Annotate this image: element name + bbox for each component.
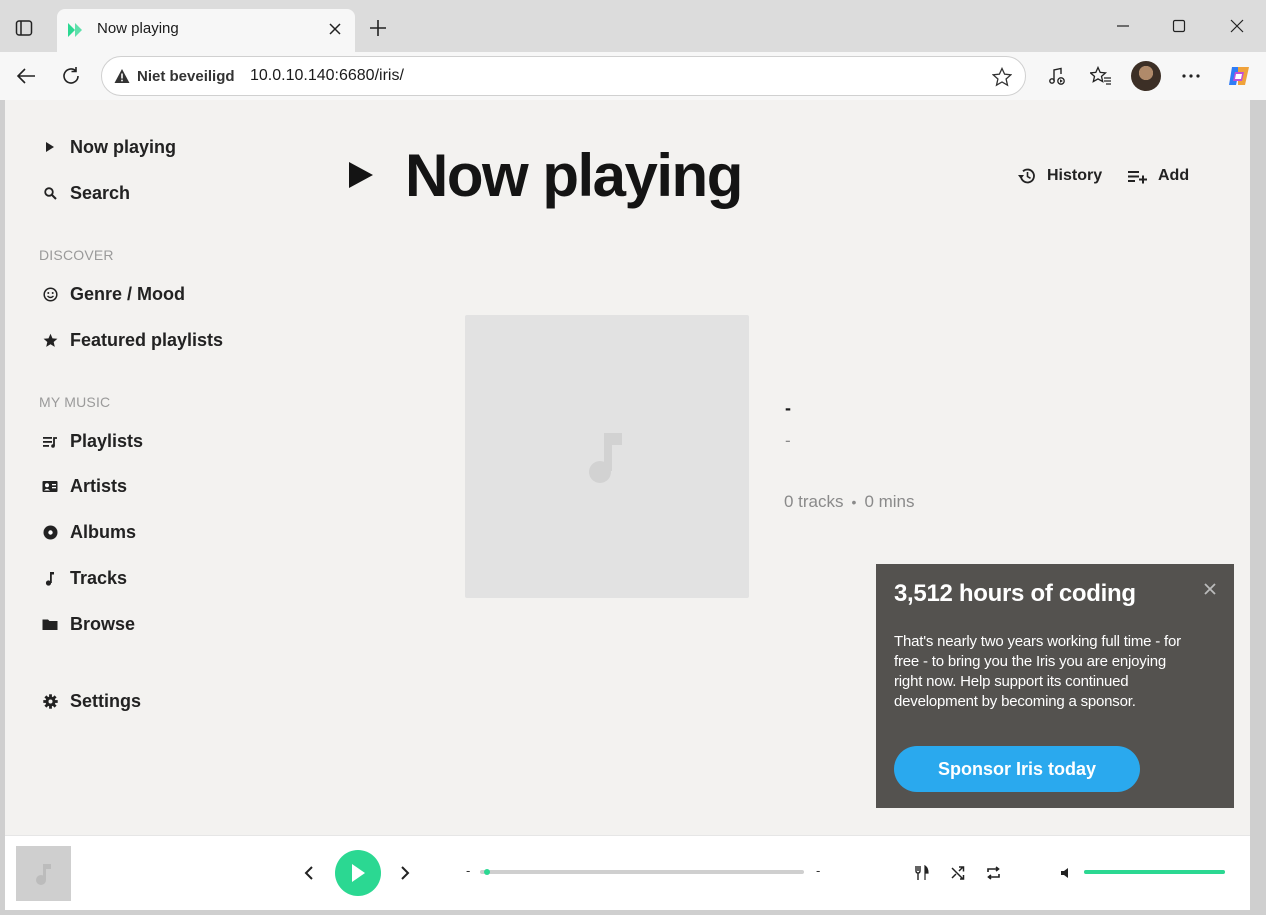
music-note-icon [42, 570, 58, 586]
sidebar-item-tracks[interactable]: Tracks [42, 566, 127, 590]
track-title[interactable]: - [785, 398, 791, 419]
playlist-icon [42, 433, 58, 449]
play-icon [349, 162, 373, 188]
iris-favicon-icon [68, 23, 82, 37]
sidebar-item-settings[interactable]: Settings [42, 689, 141, 713]
close-icon[interactable] [1202, 581, 1218, 597]
sidebar-item-label: Featured playlists [70, 329, 224, 350]
sidebar-item-artists[interactable]: Artists [42, 474, 127, 498]
progress-slider[interactable] [480, 869, 804, 875]
artist-icon [42, 478, 58, 494]
album-artwork-placeholder [465, 315, 749, 598]
sidebar-item-search[interactable]: Search [42, 181, 130, 205]
warning-icon[interactable] [114, 68, 130, 84]
sidebar-item-featured-playlists[interactable]: Featured playlists [42, 328, 223, 352]
sidebar-item-label: Browse [70, 613, 136, 634]
new-tab-icon[interactable] [366, 16, 390, 40]
history-label: History [1047, 167, 1103, 184]
track-duration: 0 mins [864, 492, 915, 511]
sidebar-item-genre-mood[interactable]: Genre / Mood [42, 282, 185, 306]
more-menu-icon[interactable] [1177, 62, 1205, 90]
browser-toolbar: Niet beveiligd 10.0.10.140:6680/iris/ [0, 52, 1266, 100]
media-control-icon[interactable] [1043, 62, 1071, 90]
sidebar-item-label: Now playing [70, 136, 177, 157]
maximize-window-icon[interactable] [1165, 14, 1193, 38]
sidebar-item-browse[interactable]: Browse [42, 612, 135, 636]
total-time: - [816, 863, 821, 878]
history-button[interactable]: History [1017, 164, 1102, 188]
tracks-count: 0 tracks [784, 492, 844, 511]
page-title: Now playing [347, 140, 743, 210]
elapsed-time: - [466, 863, 471, 878]
next-track-icon[interactable] [397, 863, 413, 883]
my-music-heading: My Music [39, 394, 111, 410]
url-text[interactable]: 10.0.10.140:6680/iris/ [250, 67, 404, 85]
copilot-icon[interactable] [1225, 62, 1253, 90]
previous-track-icon[interactable] [301, 863, 317, 883]
favorite-star-icon[interactable] [991, 66, 1013, 88]
sidebar-item-label: Genre / Mood [70, 283, 186, 304]
play-pause-button[interactable] [335, 850, 381, 896]
sidebar-item-playlists[interactable]: Playlists [42, 429, 143, 453]
folder-icon [42, 616, 58, 632]
sidebar: Now playing Search Discover Genre / Mood… [5, 100, 295, 835]
add-button[interactable]: Add [1128, 164, 1189, 188]
gear-icon [42, 693, 58, 709]
repeat-icon[interactable] [984, 863, 1002, 883]
sponsor-button[interactable]: Sponsor Iris today [894, 746, 1140, 792]
tab-actions-icon[interactable] [14, 18, 34, 38]
profile-avatar[interactable] [1131, 61, 1161, 91]
security-label[interactable]: Niet beveiligd [137, 68, 235, 85]
restaurant-icon[interactable] [913, 863, 931, 883]
music-note-icon [589, 432, 622, 483]
sidebar-item-now-playing[interactable]: Now playing [42, 135, 176, 159]
minimize-window-icon[interactable] [1109, 14, 1137, 38]
address-bar[interactable]: Niet beveiligd 10.0.10.140:6680/iris/ [101, 56, 1026, 96]
music-note-icon [35, 863, 51, 885]
meta-separator: • [851, 494, 857, 510]
playlist-add-icon [1128, 171, 1147, 184]
close-tab-icon[interactable] [325, 19, 345, 39]
sidebar-item-label: Playlists [70, 430, 144, 451]
volume-fill [1084, 870, 1225, 874]
sidebar-item-label: Albums [70, 521, 137, 542]
track-meta: 0 tracks • 0 mins [784, 492, 915, 512]
sidebar-item-label: Search [70, 182, 131, 203]
close-window-icon[interactable] [1223, 14, 1251, 38]
star-icon [42, 332, 58, 348]
play-icon [352, 864, 365, 882]
progress-handle[interactable] [484, 869, 490, 875]
volume-icon[interactable] [1058, 863, 1072, 883]
back-icon[interactable] [12, 62, 40, 90]
sidebar-item-label: Settings [70, 690, 142, 711]
iris-app: Now playing Search Discover Genre / Mood… [5, 100, 1250, 910]
sidebar-item-label: Tracks [70, 567, 128, 588]
discover-heading: Discover [39, 247, 114, 263]
favorites-icon[interactable] [1087, 62, 1115, 90]
volume-slider[interactable] [1084, 870, 1225, 874]
album-icon [42, 524, 58, 540]
track-artist[interactable]: - [785, 431, 791, 451]
sidebar-item-label: Artists [70, 475, 128, 496]
refresh-icon[interactable] [57, 62, 85, 90]
sponsor-title: 3,512 hours of coding [894, 580, 1136, 607]
search-icon [42, 185, 58, 201]
smiley-icon [42, 286, 58, 302]
sponsor-popup: 3,512 hours of coding That's nearly two … [876, 564, 1234, 808]
add-label: Add [1158, 167, 1190, 184]
player-bar: - - [5, 835, 1250, 910]
browser-tab-bar: Now playing [0, 0, 1266, 52]
sponsor-body: That's nearly two years working full tim… [894, 633, 1181, 710]
mini-artwork[interactable] [16, 846, 71, 901]
history-icon [1018, 168, 1035, 184]
page-title-text: Now playing [405, 141, 743, 209]
play-icon [42, 139, 58, 155]
browser-tab[interactable]: Now playing [57, 9, 355, 52]
shuffle-icon[interactable] [949, 863, 967, 883]
sidebar-item-albums[interactable]: Albums [42, 520, 136, 544]
tab-title: Now playing [97, 20, 179, 37]
